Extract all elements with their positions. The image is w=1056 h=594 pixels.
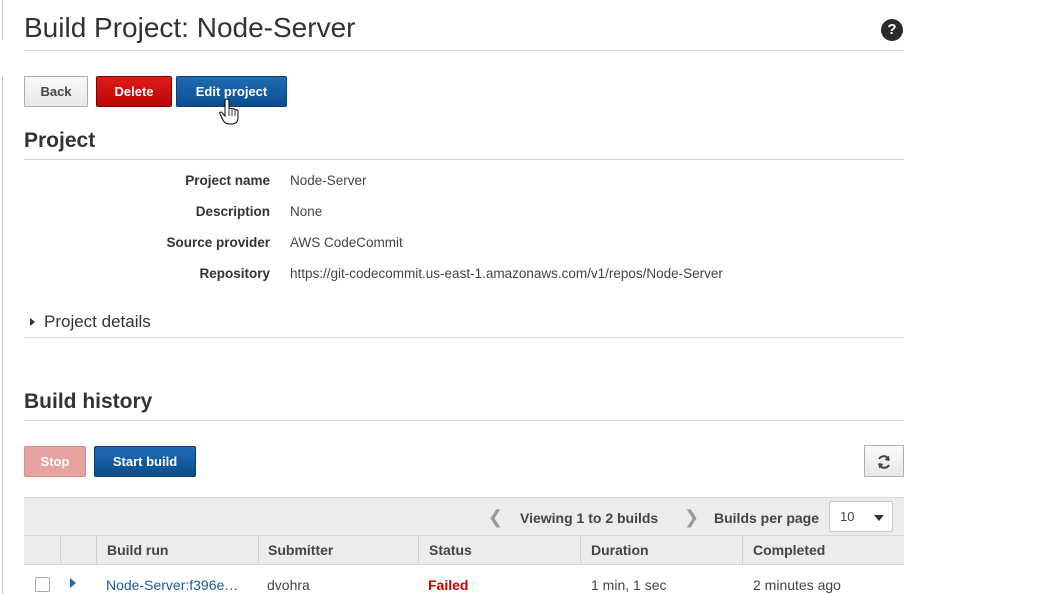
project-section-title: Project: [24, 129, 96, 152]
column-header-submitter[interactable]: Submitter: [268, 542, 333, 558]
start-build-button[interactable]: Start build: [94, 446, 196, 477]
project-details-label: Project details: [44, 312, 151, 331]
column-header-completed[interactable]: Completed: [753, 542, 825, 558]
status-cell: Failed: [428, 577, 469, 593]
submitter-cell: dvohra: [267, 577, 310, 593]
project-name-value: Node-Server: [290, 173, 367, 188]
divider: [24, 420, 904, 421]
chevron-right-icon[interactable]: ❯: [684, 507, 699, 528]
hand-cursor-icon: [219, 99, 239, 125]
caret-right-icon: [30, 317, 35, 326]
build-run-link[interactable]: Node-Server:f396e…: [106, 577, 238, 593]
description-label: Description: [195, 204, 270, 219]
duration-cell: 1 min, 1 sec: [591, 577, 667, 593]
project-name-label: Project name: [185, 173, 270, 188]
divider: [24, 50, 904, 51]
delete-button[interactable]: Delete: [96, 76, 172, 107]
divider: [24, 159, 904, 160]
repository-value: https://git-codecommit.us-east-1.amazona…: [290, 266, 723, 281]
page-title: Build Project: Node-Server: [24, 12, 356, 43]
repository-label: Repository: [199, 266, 270, 281]
column-header-status[interactable]: Status: [429, 542, 472, 558]
column-separator: [258, 536, 259, 565]
source-provider-value: AWS CodeCommit: [290, 235, 403, 250]
per-page-label: Builds per page: [714, 510, 820, 526]
refresh-icon: [878, 455, 890, 469]
completed-cell: 2 minutes ago: [753, 577, 841, 593]
description-value: None: [290, 204, 323, 219]
table-row: Node-Server:f396e… dvohra Failed 1 min, …: [24, 566, 904, 594]
left-edge-divider: [0, 76, 3, 594]
table-header: Build run Submitter Status Duration Comp…: [24, 535, 904, 565]
stop-button[interactable]: Stop: [24, 446, 86, 477]
caret-right-icon[interactable]: [70, 578, 76, 588]
column-separator: [580, 536, 581, 565]
back-button[interactable]: Back: [24, 76, 88, 107]
column-separator: [96, 536, 97, 565]
per-page-value: 10: [840, 509, 855, 524]
caret-down-icon: [874, 515, 884, 521]
divider: [24, 337, 904, 338]
refresh-button[interactable]: [864, 445, 904, 477]
source-provider-label: Source provider: [166, 235, 270, 250]
project-details-toggle[interactable]: Project details: [30, 312, 151, 332]
column-header-duration[interactable]: Duration: [591, 542, 649, 558]
per-page-select[interactable]: 10: [829, 501, 893, 532]
column-separator: [60, 536, 61, 565]
chevron-left-icon[interactable]: ❮: [488, 507, 503, 528]
column-header-build-run[interactable]: Build run: [107, 542, 168, 558]
question-circle-icon[interactable]: ?: [881, 19, 903, 41]
column-separator: [418, 536, 419, 565]
build-history-title: Build history: [24, 390, 153, 413]
table-pagination-bar: ❮ Viewing 1 to 2 builds ❯ Builds per pag…: [24, 497, 904, 537]
row-checkbox[interactable]: [35, 577, 50, 592]
column-separator: [742, 536, 743, 565]
viewing-count: Viewing 1 to 2 builds: [520, 510, 659, 526]
left-edge-divider: [0, 0, 3, 40]
